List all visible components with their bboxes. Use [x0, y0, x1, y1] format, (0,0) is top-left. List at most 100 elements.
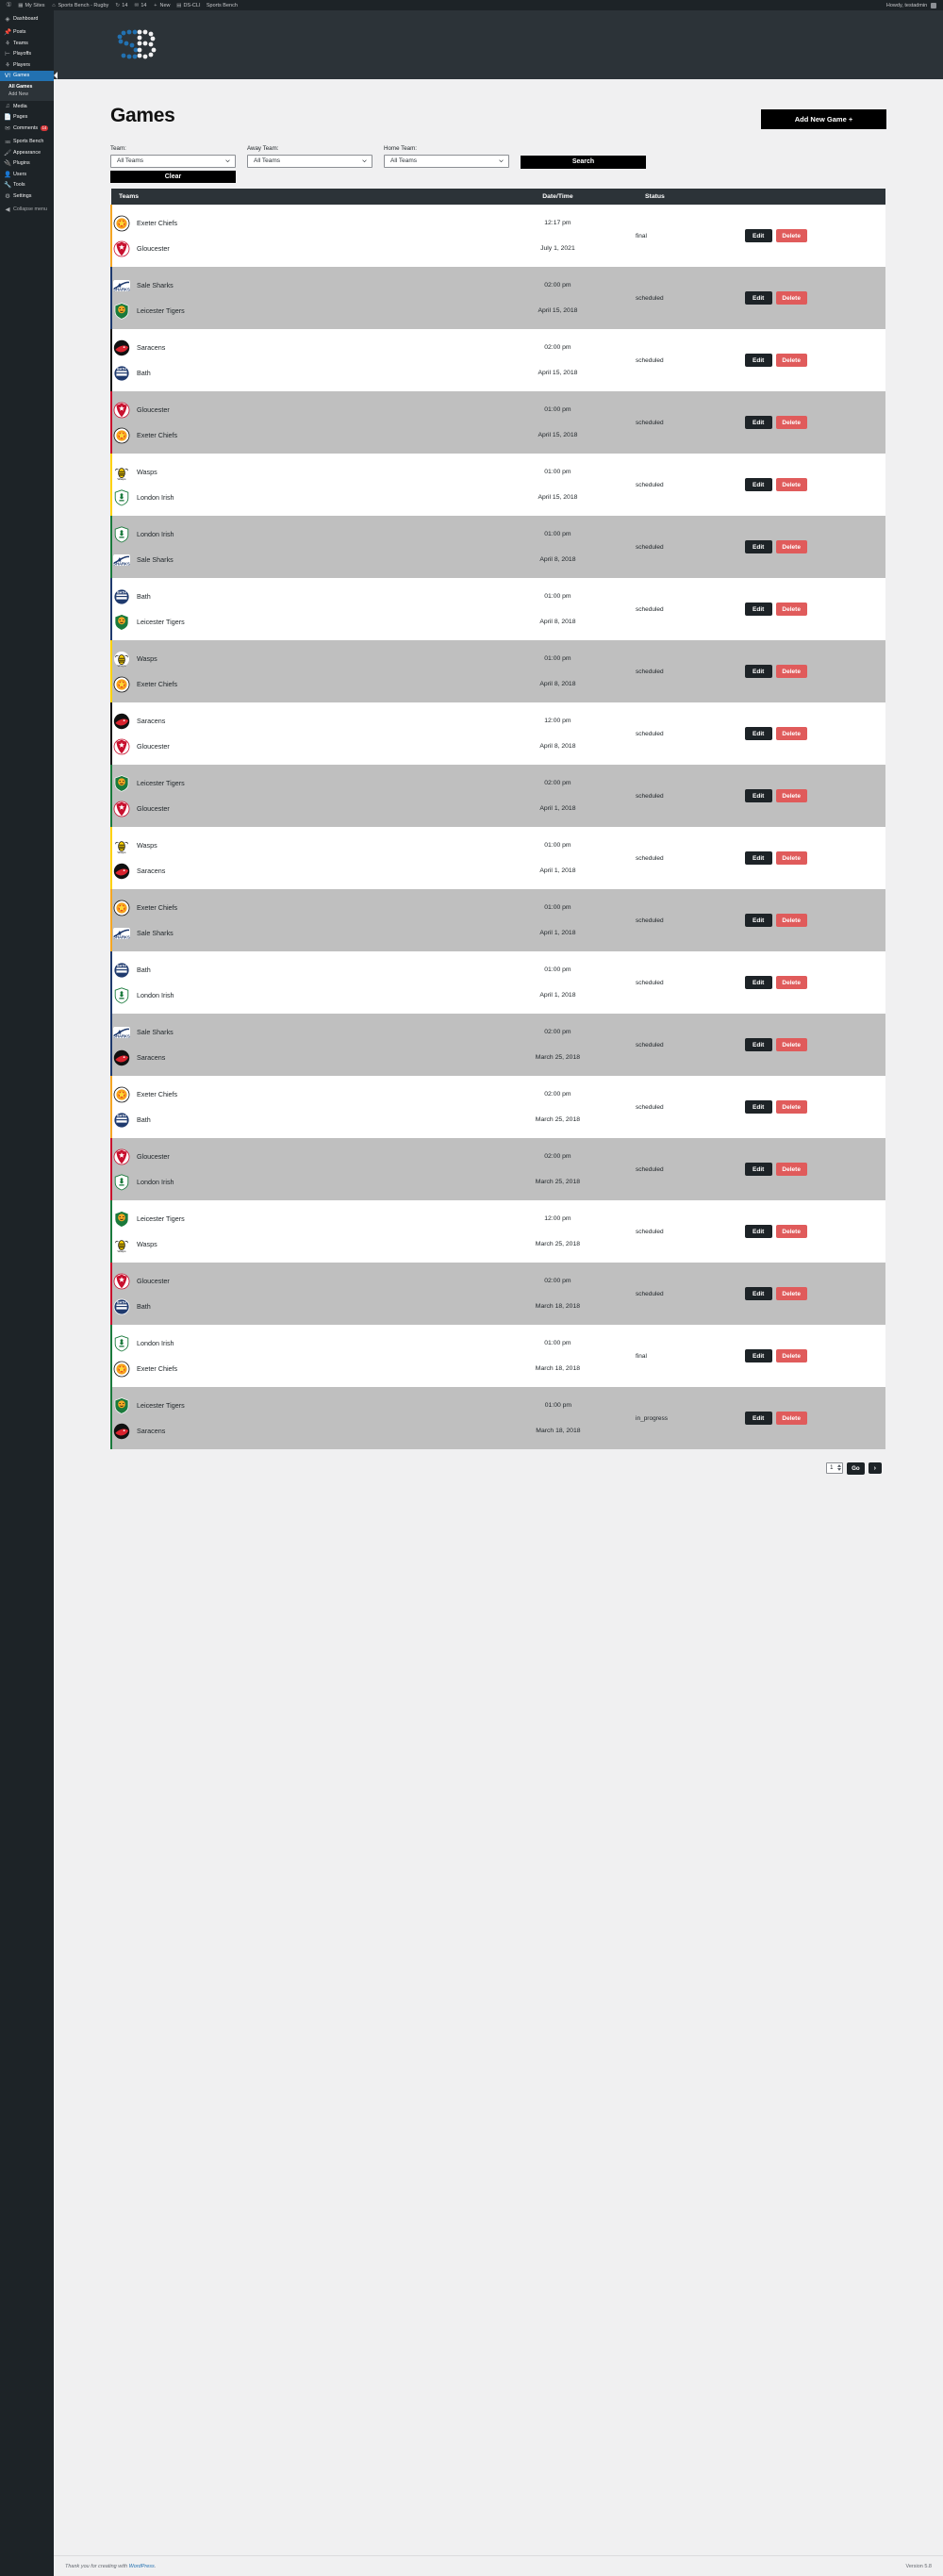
edit-game-button[interactable]: Edit: [744, 1412, 772, 1425]
delete-game-button[interactable]: Delete: [775, 976, 807, 989]
edit-game-button[interactable]: Edit: [744, 914, 772, 927]
sidebar-item-pages[interactable]: 📄 Pages: [0, 112, 54, 124]
delete-game-button[interactable]: Delete: [775, 914, 807, 927]
edit-game-button[interactable]: Edit: [744, 354, 772, 367]
delete-game-button[interactable]: Delete: [775, 603, 807, 616]
delete-game-button[interactable]: Delete: [775, 1100, 807, 1114]
submenu-item-add-new[interactable]: Add New: [0, 91, 54, 99]
games-table-body: Exeter Chiefs Gloucester 12:17 pm July 1, 2…: [111, 205, 885, 1449]
my-sites-menu[interactable]: ▦ My Sites: [15, 0, 48, 10]
edit-game-button[interactable]: Edit: [744, 851, 772, 865]
edit-game-button[interactable]: Edit: [744, 603, 772, 616]
clear-filters-button[interactable]: Clear: [110, 171, 236, 183]
page-header-row: Games Add New Game +: [110, 79, 886, 129]
away-team-name: Sale Sharks: [137, 281, 174, 289]
edit-game-button[interactable]: Edit: [744, 478, 772, 491]
delete-game-button[interactable]: Delete: [775, 540, 807, 553]
edit-game-button[interactable]: Edit: [744, 1163, 772, 1176]
sidebar-item-games[interactable]: V! Games: [0, 70, 54, 81]
edit-game-button[interactable]: Edit: [744, 1100, 772, 1114]
sports-bench-menu[interactable]: Sports Bench: [204, 0, 240, 10]
game-date: March 25, 2018: [535, 1179, 581, 1185]
edit-game-button[interactable]: Edit: [744, 229, 772, 242]
go-to-page-button[interactable]: Go: [847, 1462, 865, 1475]
edit-game-button[interactable]: Edit: [744, 789, 772, 802]
wordpress-link[interactable]: WordPress: [129, 2564, 155, 2569]
sidebar-item-comments[interactable]: ✉ Comments 14: [0, 123, 54, 134]
edit-game-button[interactable]: Edit: [744, 976, 772, 989]
delete-game-button[interactable]: Delete: [775, 1287, 807, 1300]
page-number-input[interactable]: 1: [826, 1462, 844, 1475]
sidebar-item-tools[interactable]: 🔧 Tools: [0, 180, 54, 191]
delete-game-button[interactable]: Delete: [775, 1412, 807, 1425]
sidebar-item-users[interactable]: 👤 Users: [0, 169, 54, 180]
spinner-arrows-icon[interactable]: [836, 1464, 841, 1472]
delete-game-button[interactable]: Delete: [775, 727, 807, 740]
edit-game-button[interactable]: Edit: [744, 291, 772, 305]
sidebar-item-playoffs[interactable]: ⊢ Playoffs: [0, 49, 54, 60]
submenu-item-all-games[interactable]: All Games: [0, 83, 54, 91]
delete-game-button[interactable]: Delete: [775, 229, 807, 242]
sidebar-item-players[interactable]: ⚘ Players: [0, 59, 54, 71]
team-filter-select[interactable]: All Teams: [110, 154, 236, 168]
new-content-menu[interactable]: + New: [150, 0, 174, 10]
sidebar-item-settings[interactable]: ⚙ Settings: [0, 190, 54, 202]
sidebar-item-sports-bench[interactable]: SB Sports Bench: [0, 137, 54, 148]
actions-cell: Edit Delete: [744, 205, 885, 267]
updates-menu[interactable]: ↻ 14: [112, 0, 131, 10]
date-time-cell: 01:00 pm April 15, 2018: [481, 391, 636, 454]
edit-game-button[interactable]: Edit: [744, 665, 772, 678]
sale-sharks-logo: SHARKS: [112, 551, 131, 570]
delete-game-button[interactable]: Delete: [775, 416, 807, 429]
delete-game-button[interactable]: Delete: [775, 1225, 807, 1238]
wordpress-logo-menu[interactable]: ①: [3, 0, 15, 10]
edit-game-button[interactable]: Edit: [744, 727, 772, 740]
home-team-filter-select[interactable]: All Teams: [384, 154, 509, 168]
delete-game-button[interactable]: Delete: [775, 1349, 807, 1362]
delete-game-button[interactable]: Delete: [775, 354, 807, 367]
next-page-button[interactable]: ›: [868, 1462, 882, 1475]
sidebar-item-dashboard[interactable]: ◈ Dashboard: [0, 13, 54, 25]
users-icon: 👤: [3, 171, 12, 178]
edit-game-button[interactable]: Edit: [744, 1038, 772, 1051]
add-new-game-button[interactable]: Add New Game +: [761, 109, 886, 129]
delete-game-button[interactable]: Delete: [775, 1038, 807, 1051]
sidebar-item-label: Sports Bench: [13, 139, 44, 145]
home-team-line: BATH Bath: [112, 360, 481, 386]
edit-game-button[interactable]: Edit: [744, 540, 772, 553]
edit-game-button[interactable]: Edit: [744, 416, 772, 429]
status-badge: final: [636, 232, 647, 239]
sidebar-item-plugins[interactable]: 🔌 Plugins: [0, 158, 54, 170]
delete-game-button[interactable]: Delete: [775, 1163, 807, 1176]
edit-game-button[interactable]: Edit: [744, 1225, 772, 1238]
game-time: 01:00 pm: [544, 842, 571, 849]
update-icon: ↻: [115, 2, 120, 8]
search-button[interactable]: Search: [521, 155, 646, 169]
collapse-menu-button[interactable]: ◀ Collapse menu: [0, 205, 54, 216]
away-team-name: Bath: [137, 592, 151, 601]
edit-game-button[interactable]: Edit: [744, 1349, 772, 1362]
sidebar-item-posts[interactable]: 📌 Posts: [0, 27, 54, 39]
away-team-name: Exeter Chiefs: [137, 1090, 178, 1098]
table-row: Gloucester BATH Bath 02:00 pm March 18, 2018…: [111, 1263, 885, 1325]
home-team-line: Leicester Tigers: [112, 609, 481, 635]
delete-game-button[interactable]: Delete: [775, 291, 807, 305]
sidebar-item-teams[interactable]: ⚘ Teams: [0, 38, 54, 49]
delete-game-button[interactable]: Delete: [775, 665, 807, 678]
table-row: London Irish SHARKS Sale Sharks 01:00 pm Apr…: [111, 516, 885, 578]
gloucester-logo: [112, 401, 131, 420]
away-team-line: Wasps Wasps: [112, 459, 481, 485]
away-team-filter-select[interactable]: All Teams: [247, 154, 372, 168]
game-date: April 1, 2018: [539, 992, 576, 999]
sidebar-item-media[interactable]: ♫ Media: [0, 101, 54, 112]
sidebar-item-appearance[interactable]: 🖌 Appearance: [0, 147, 54, 158]
delete-game-button[interactable]: Delete: [775, 851, 807, 865]
site-name-menu[interactable]: ⌂ Sports Bench - Rugby: [48, 0, 112, 10]
comments-menu[interactable]: ✉ 14: [131, 0, 150, 10]
sports-bench-icon: SB: [5, 139, 10, 144]
edit-game-button[interactable]: Edit: [744, 1287, 772, 1300]
ds-cli-menu[interactable]: ▤ DS-CLI: [174, 0, 204, 10]
delete-game-button[interactable]: Delete: [775, 478, 807, 491]
my-account-menu[interactable]: Howdy, testadmin: [884, 0, 939, 10]
delete-game-button[interactable]: Delete: [775, 789, 807, 802]
